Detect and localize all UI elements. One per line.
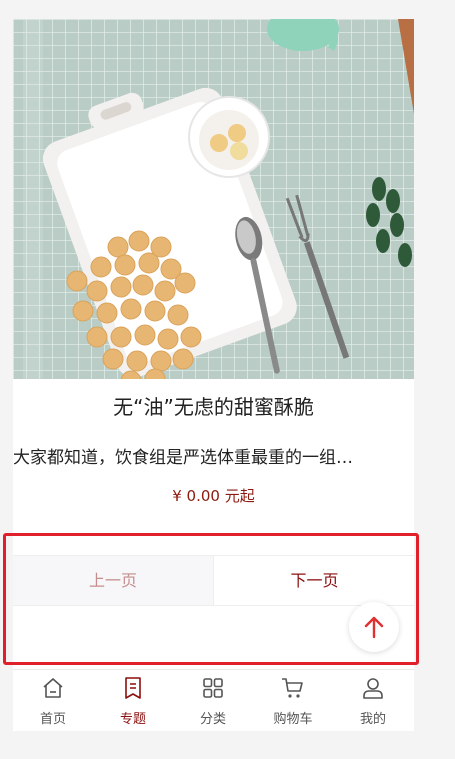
category-icon <box>203 678 223 698</box>
home-icon <box>43 678 63 698</box>
prev-page-button[interactable]: 上一页 <box>13 556 213 605</box>
tab-cart[interactable]: 购物车 <box>253 670 333 731</box>
tab-label: 首页 <box>39 712 66 727</box>
user-icon <box>363 678 383 699</box>
tab-label: 购物车 <box>273 712 313 727</box>
tab-label: 专题 <box>119 712 146 727</box>
tab-label: 分类 <box>199 712 226 727</box>
topic-cover-image[interactable] <box>13 19 414 379</box>
topic-description: 大家都知道，饮食组是严选体重最重的一组… <box>13 448 353 468</box>
tab-mine[interactable]: 我的 <box>333 670 413 731</box>
cart-icon <box>282 678 303 698</box>
bottom-tab-bar: 首页 专题 分类 购物车 我的 <box>13 669 414 731</box>
next-page-button[interactable]: 下一页 <box>213 556 414 605</box>
topic-title: 无“油”无虑的甜蜜酥脆 <box>113 395 314 419</box>
topic-price: ¥ 0.00 元起 <box>172 487 255 505</box>
tab-home[interactable]: 首页 <box>13 670 93 731</box>
app-screen: 无“油”无虑的甜蜜酥脆 大家都知道，饮食组是严选体重最重的一组… ¥ 0.00 … <box>13 19 414 731</box>
scroll-to-top-button[interactable] <box>349 602 399 652</box>
tab-topic[interactable]: 专题 <box>93 670 173 731</box>
topic-icon <box>125 677 141 699</box>
tab-label: 我的 <box>359 712 386 727</box>
tab-category[interactable]: 分类 <box>173 670 253 731</box>
pagination: 上一页 下一页 <box>13 555 414 606</box>
arrow-up-icon <box>364 616 384 639</box>
